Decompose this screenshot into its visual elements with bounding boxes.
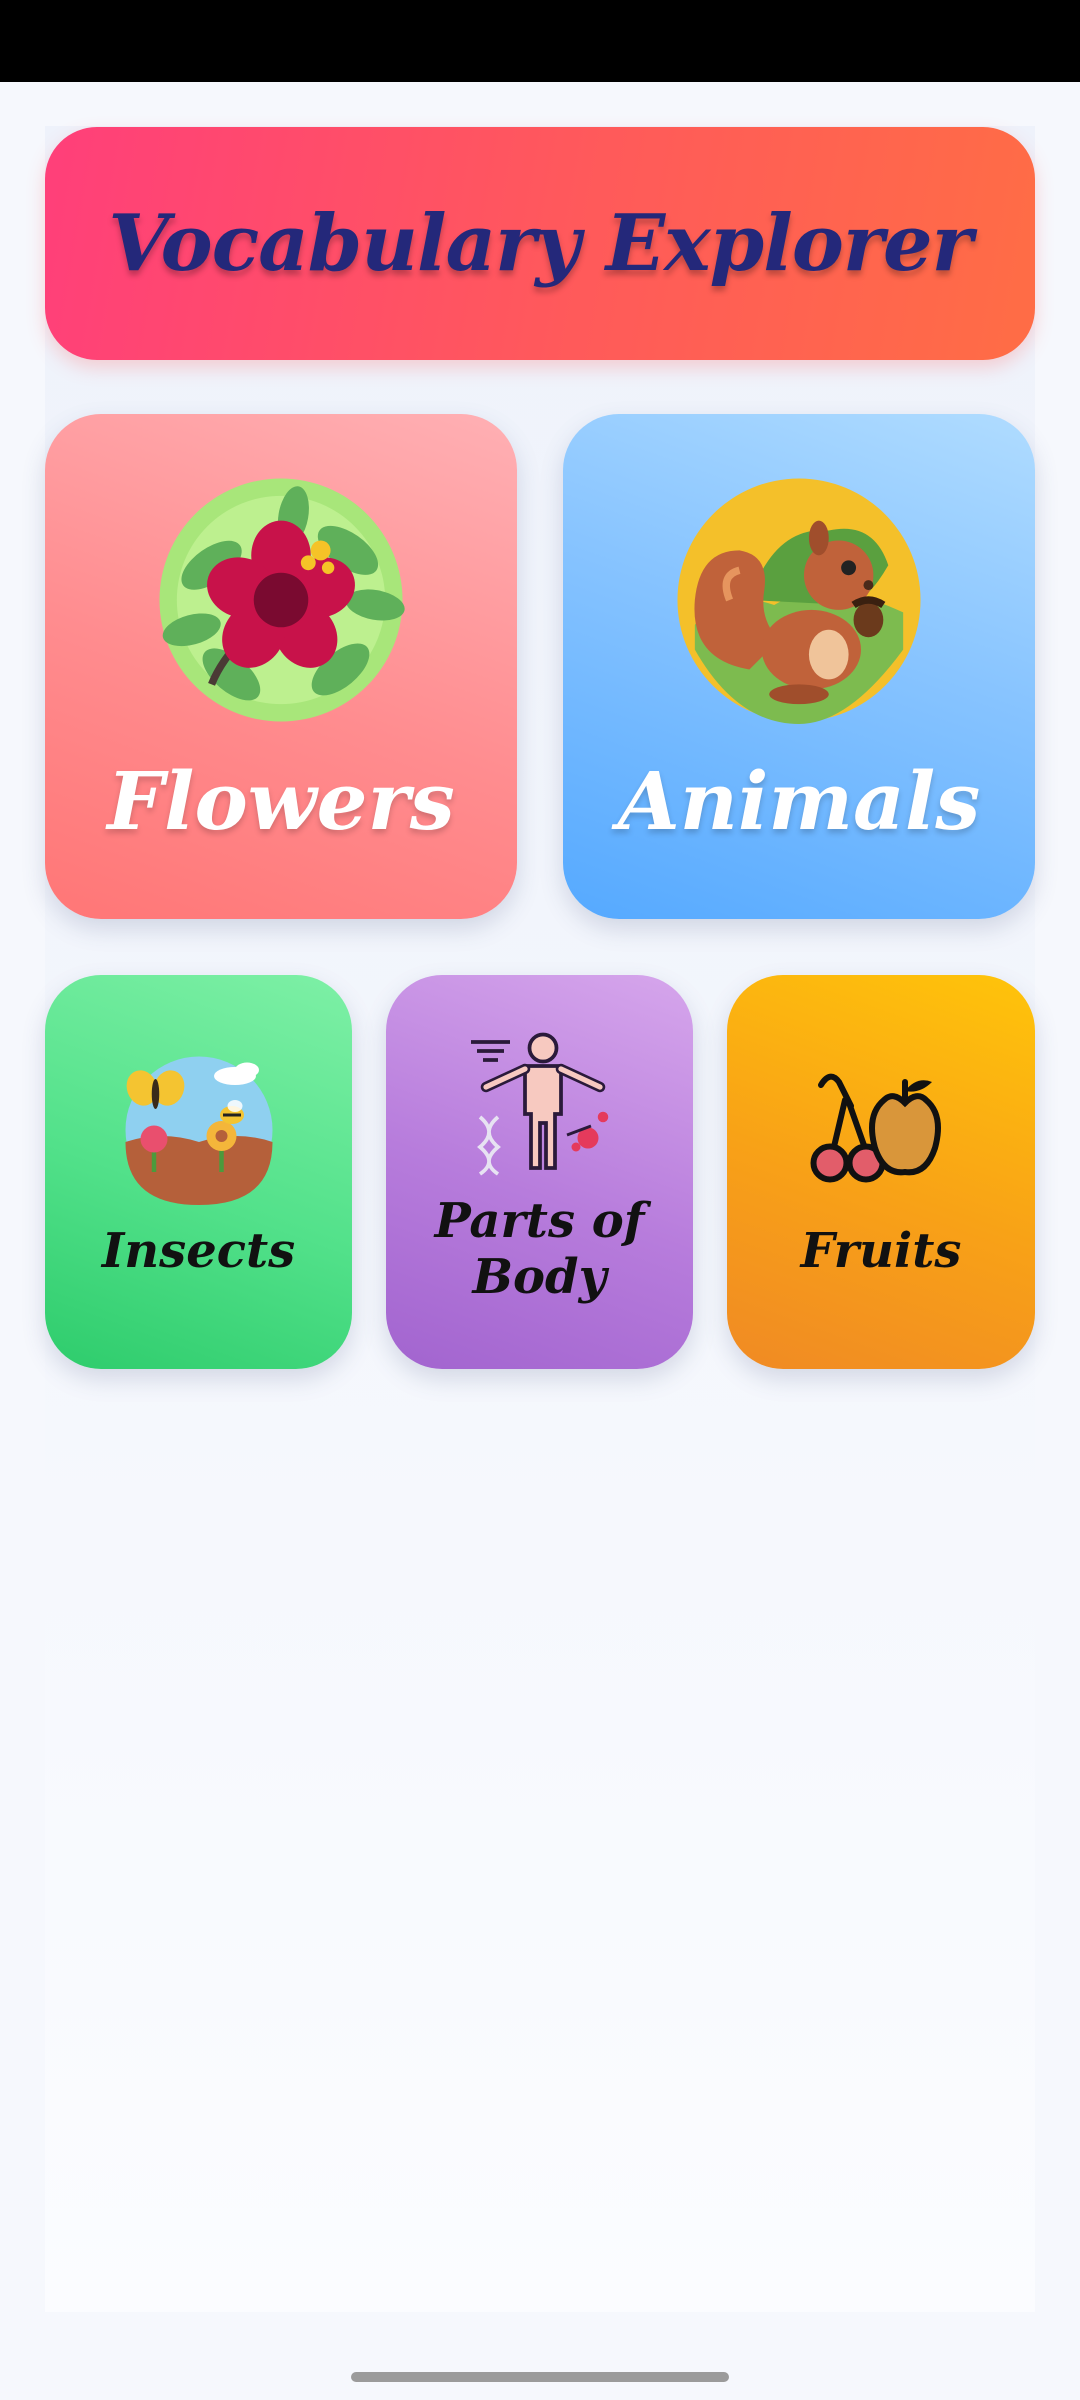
category-label: Parts of Body — [434, 1193, 645, 1305]
squirrel-icon — [677, 478, 921, 724]
body-icon — [471, 1032, 609, 1176]
category-card-fruits[interactable]: Fruits — [727, 975, 1035, 1369]
fruits-icon — [810, 1073, 941, 1183]
category-label: Animals — [617, 754, 981, 848]
category-label: Insects — [101, 1223, 296, 1279]
category-label: Fruits — [800, 1223, 962, 1279]
category-card-parts-of-body[interactable]: Parts of Body — [386, 975, 693, 1369]
insects-icon — [125, 1056, 273, 1205]
flower-icon — [159, 478, 405, 722]
page-title: Vocabulary Explorer — [108, 198, 972, 289]
title-banner: Vocabulary Explorer — [45, 127, 1035, 360]
status-bar — [0, 0, 1080, 82]
category-card-insects[interactable]: Insects — [45, 975, 352, 1369]
home-indicator[interactable] — [351, 2372, 729, 2382]
category-card-flowers[interactable]: Flowers — [45, 414, 517, 919]
category-card-animals[interactable]: Animals — [563, 414, 1035, 919]
category-label: Flowers — [107, 754, 455, 848]
